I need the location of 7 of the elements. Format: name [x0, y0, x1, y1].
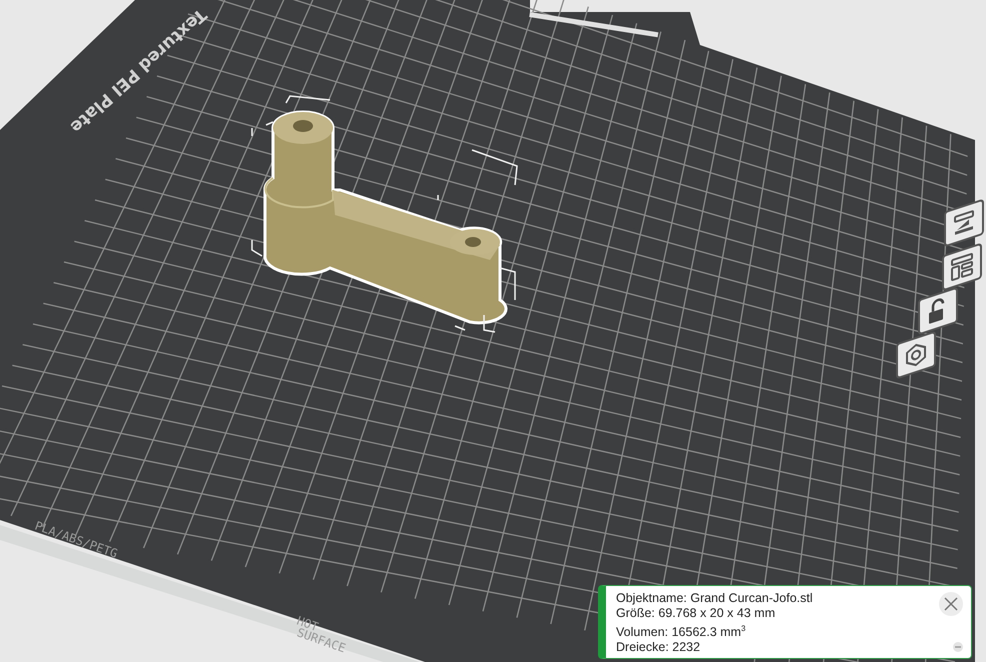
object-info-text: Dreiecke: 2232	[616, 640, 700, 656]
minimize-icon[interactable]	[953, 642, 963, 652]
close-button[interactable]	[939, 592, 963, 616]
object-info-text: Volumen: 16562.3 mm$^{3}$	[616, 623, 746, 640]
object-info-text: Größe: 69.768 x 20 x 43 mm	[616, 606, 776, 621]
object-info-text: Objektname: Grand Curcan-Jofo.stl	[616, 591, 813, 606]
close-icon	[943, 596, 959, 612]
